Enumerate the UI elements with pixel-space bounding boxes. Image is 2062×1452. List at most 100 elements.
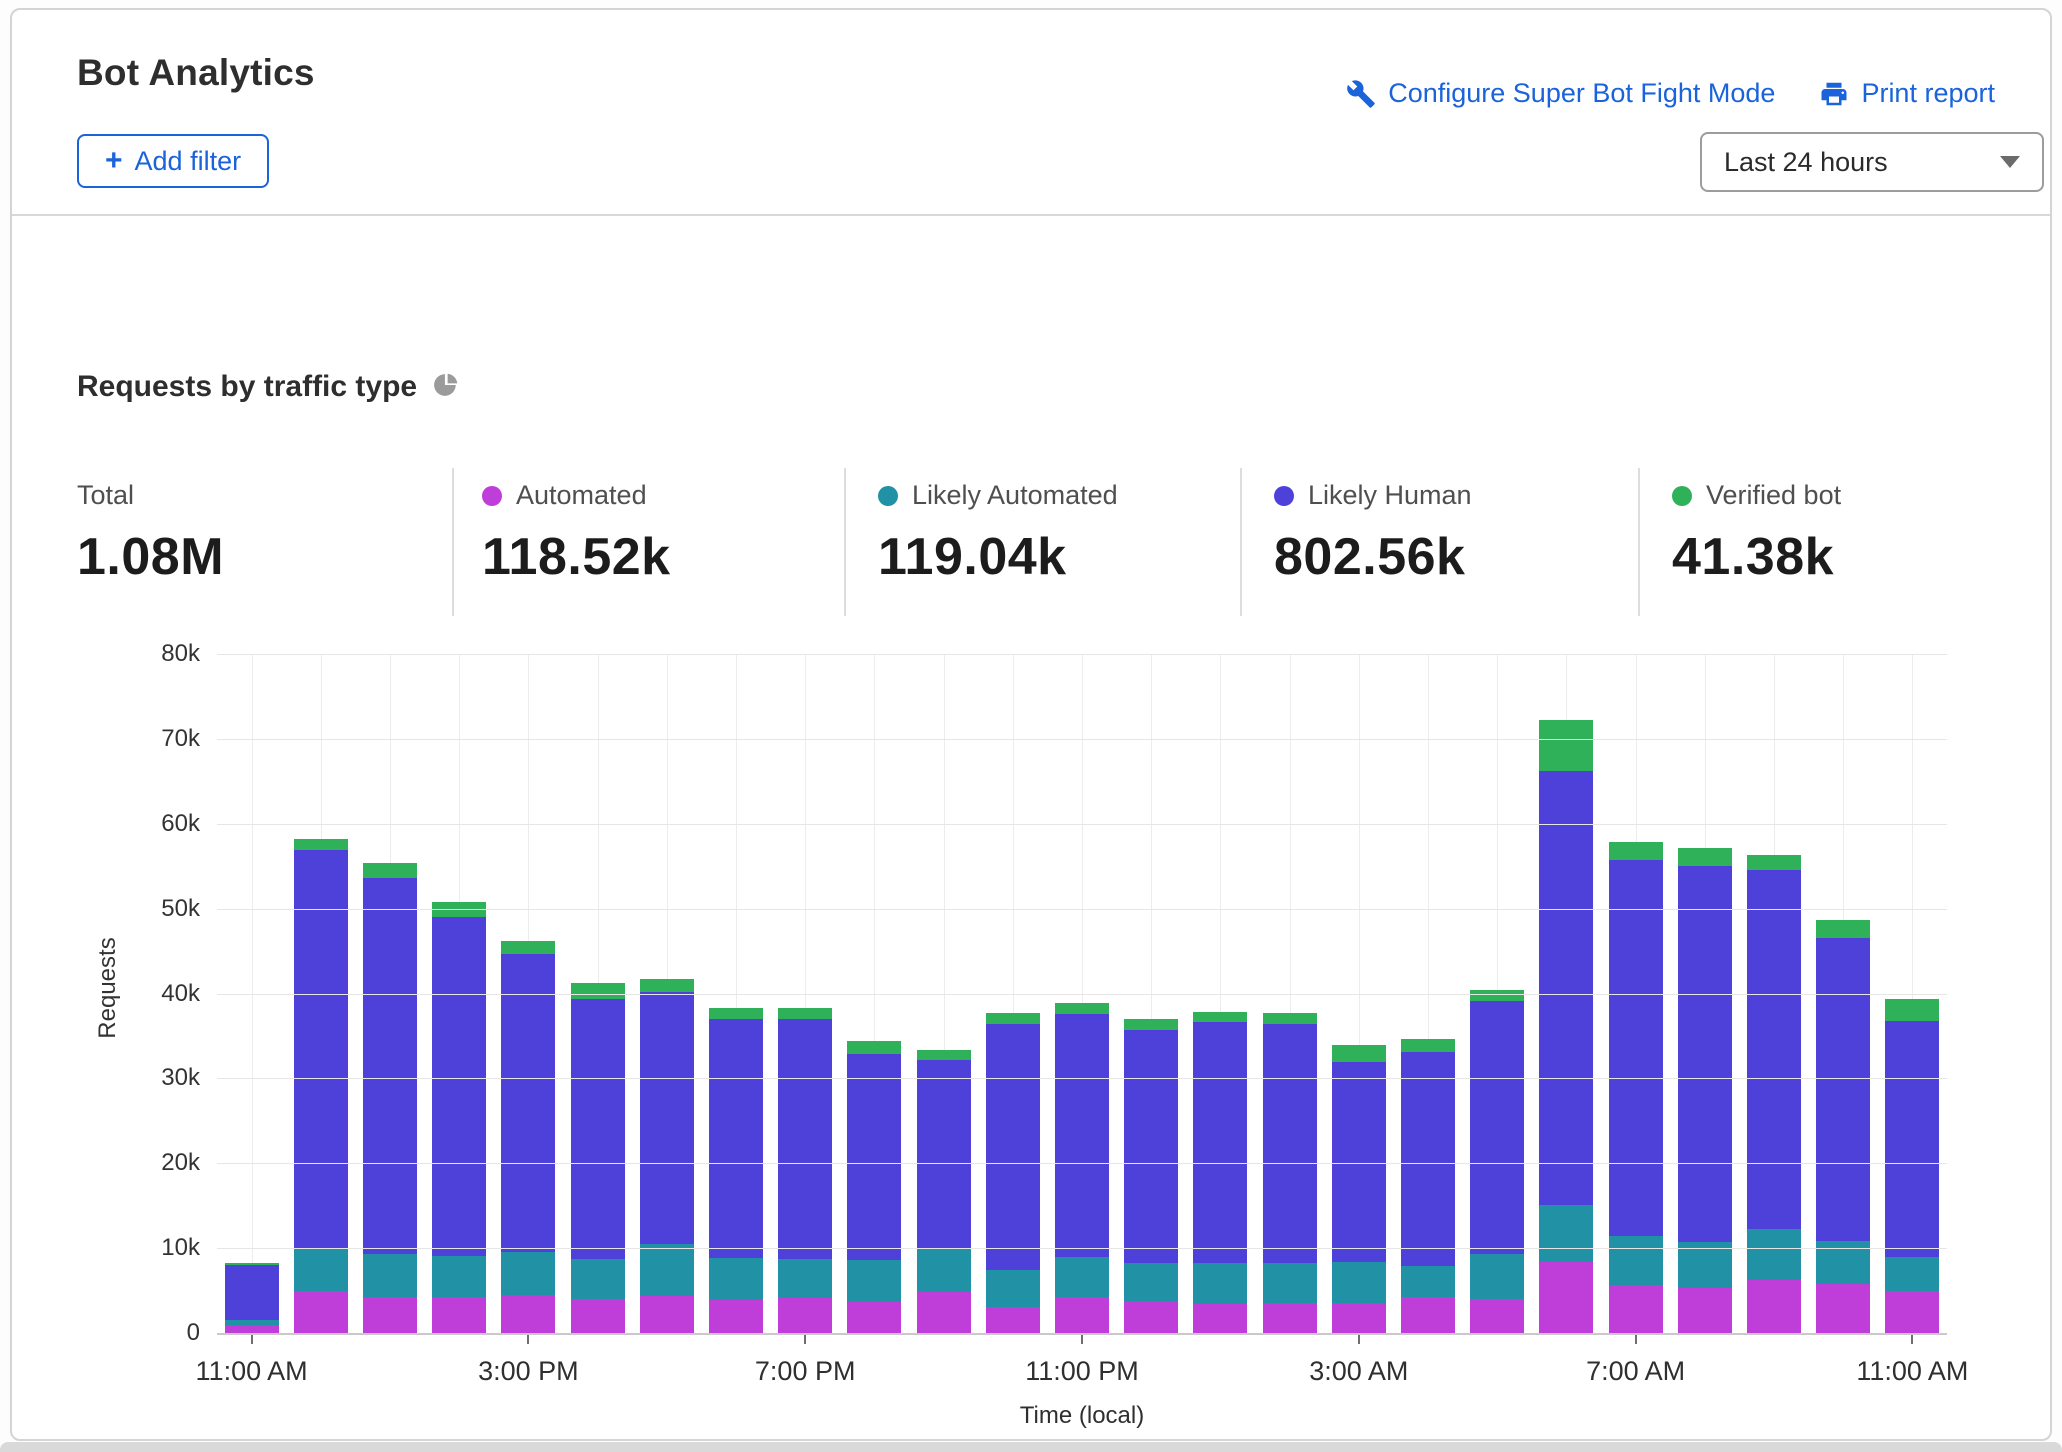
bar-segment-likely_human xyxy=(1055,1014,1109,1257)
stacked-bar[interactable] xyxy=(778,1008,832,1333)
stacked-bar[interactable] xyxy=(501,941,555,1333)
stat-likely-automated-value: 119.04k xyxy=(878,527,1118,587)
bar-segment-verified_bot xyxy=(1885,999,1939,1021)
bar-segment-verified_bot xyxy=(1401,1039,1455,1053)
configure-super-bot-fight-mode-link[interactable]: Configure Super Bot Fight Mode xyxy=(1346,78,1775,109)
bar-segment-verified_bot xyxy=(1055,1003,1109,1014)
printer-icon xyxy=(1819,79,1849,109)
bar-segment-likely_human xyxy=(501,954,555,1253)
y-tick-label: 20k xyxy=(161,1149,200,1177)
y-tick-label: 60k xyxy=(161,810,200,838)
bar-segment-verified_bot xyxy=(640,979,694,992)
bar-segment-verified_bot xyxy=(1124,1019,1178,1030)
gridline xyxy=(217,994,1947,995)
bar-segment-likely_human xyxy=(1678,866,1732,1242)
bar-segment-likely_automated xyxy=(1263,1263,1317,1303)
bar-segment-likely_human xyxy=(1609,860,1663,1236)
automated-legend-dot xyxy=(482,486,502,506)
stacked-bar-chart xyxy=(217,654,1947,1335)
bar-segment-likely_human xyxy=(294,850,348,1249)
likely-automated-legend-dot xyxy=(878,486,898,506)
stacked-bar[interactable] xyxy=(1678,848,1732,1333)
bar-segment-likely_automated xyxy=(1747,1229,1801,1280)
stacked-bar[interactable] xyxy=(432,902,486,1333)
stat-likely-human-label: Likely Human xyxy=(1308,480,1472,511)
gridline xyxy=(217,824,1947,825)
stacked-bar[interactable] xyxy=(1263,1013,1317,1333)
print-report-link[interactable]: Print report xyxy=(1819,78,1995,109)
time-range-dropdown[interactable]: Last 24 hours xyxy=(1700,132,2044,192)
bar-segment-automated xyxy=(294,1291,348,1333)
bar-segment-verified_bot xyxy=(1332,1045,1386,1062)
y-tick-label: 50k xyxy=(161,895,200,923)
gridline xyxy=(217,654,1947,655)
stacked-bar[interactable] xyxy=(917,1050,971,1333)
gridline xyxy=(217,1163,1947,1164)
bar-segment-likely_human xyxy=(363,878,417,1254)
x-axis-labels: 11:00 AM3:00 PM7:00 PM11:00 PM3:00 AM7:0… xyxy=(217,1335,1947,1405)
bar-segment-likely_human xyxy=(917,1060,971,1249)
stacked-bar[interactable] xyxy=(1885,999,1939,1333)
bar-segment-likely_automated xyxy=(917,1249,971,1292)
stacked-bar[interactable] xyxy=(1816,920,1870,1333)
stat-likely-automated: Likely Automated 119.04k xyxy=(878,480,1118,587)
bar-segment-verified_bot xyxy=(847,1041,901,1054)
bar-segment-likely_human xyxy=(986,1024,1040,1270)
stat-likely-automated-label: Likely Automated xyxy=(912,480,1118,511)
x-tick-label: 3:00 PM xyxy=(478,1356,579,1387)
stacked-bar[interactable] xyxy=(1193,1012,1247,1333)
bar-segment-verified_bot xyxy=(917,1050,971,1060)
bar-segment-automated xyxy=(778,1298,832,1333)
bar-segment-likely_automated xyxy=(363,1254,417,1297)
bar-segment-automated xyxy=(1193,1304,1247,1333)
stacked-bar[interactable] xyxy=(847,1041,901,1333)
stat-verified-bot: Verified bot 41.38k xyxy=(1672,480,1841,587)
x-tick-label: 3:00 AM xyxy=(1309,1356,1408,1387)
bar-segment-likely_automated xyxy=(432,1256,486,1298)
bar-segment-likely_automated xyxy=(571,1259,625,1299)
bar-segment-automated xyxy=(571,1299,625,1333)
stacked-bar[interactable] xyxy=(986,1013,1040,1333)
bar-segment-automated xyxy=(225,1325,279,1333)
stacked-bar[interactable] xyxy=(1332,1045,1386,1333)
stat-automated-value: 118.52k xyxy=(482,527,671,587)
likely-human-legend-dot xyxy=(1274,486,1294,506)
x-tick-mark xyxy=(527,1335,529,1344)
x-tick-label: 11:00 AM xyxy=(196,1356,308,1387)
stacked-bar[interactable] xyxy=(640,979,694,1333)
stat-verified-bot-value: 41.38k xyxy=(1672,527,1841,587)
stacked-bar[interactable] xyxy=(1539,720,1593,1333)
bar-segment-automated xyxy=(1263,1303,1317,1333)
bar-segment-automated xyxy=(1124,1301,1178,1333)
bar-segment-likely_automated xyxy=(847,1260,901,1302)
bar-segment-likely_human xyxy=(1401,1052,1455,1266)
configure-link-label: Configure Super Bot Fight Mode xyxy=(1388,78,1775,109)
stacked-bar[interactable] xyxy=(709,1008,763,1333)
stacked-bar[interactable] xyxy=(571,983,625,1333)
y-axis-labels: 010k20k30k40k50k60k70k80k xyxy=(12,654,200,1333)
bar-segment-likely_automated xyxy=(778,1259,832,1298)
header-divider xyxy=(12,214,2050,216)
x-tick-label: 7:00 AM xyxy=(1586,1356,1685,1387)
stacked-bar[interactable] xyxy=(1055,1003,1109,1333)
bar-segment-automated xyxy=(1539,1262,1593,1333)
bar-segment-automated xyxy=(1885,1291,1939,1333)
bar-segment-verified_bot xyxy=(1816,920,1870,938)
stacked-bar[interactable] xyxy=(294,839,348,1333)
stacked-bar[interactable] xyxy=(1401,1039,1455,1333)
stacked-bar[interactable] xyxy=(225,1263,279,1333)
add-filter-button[interactable]: + Add filter xyxy=(77,134,269,188)
bar-segment-automated xyxy=(917,1292,971,1333)
gridline xyxy=(217,1248,1947,1249)
bar-segment-automated xyxy=(1470,1299,1524,1333)
bar-segment-automated xyxy=(1747,1280,1801,1333)
stacked-bar[interactable] xyxy=(363,863,417,1333)
stacked-bar[interactable] xyxy=(1470,990,1524,1333)
bar-segment-likely_human xyxy=(1470,1001,1524,1254)
stacked-bar[interactable] xyxy=(1609,842,1663,1333)
bar-segment-likely_automated xyxy=(1332,1262,1386,1304)
stacked-bar[interactable] xyxy=(1747,855,1801,1333)
stacked-bar[interactable] xyxy=(1124,1019,1178,1333)
wrench-icon xyxy=(1346,79,1376,109)
bar-segment-automated xyxy=(363,1297,417,1333)
